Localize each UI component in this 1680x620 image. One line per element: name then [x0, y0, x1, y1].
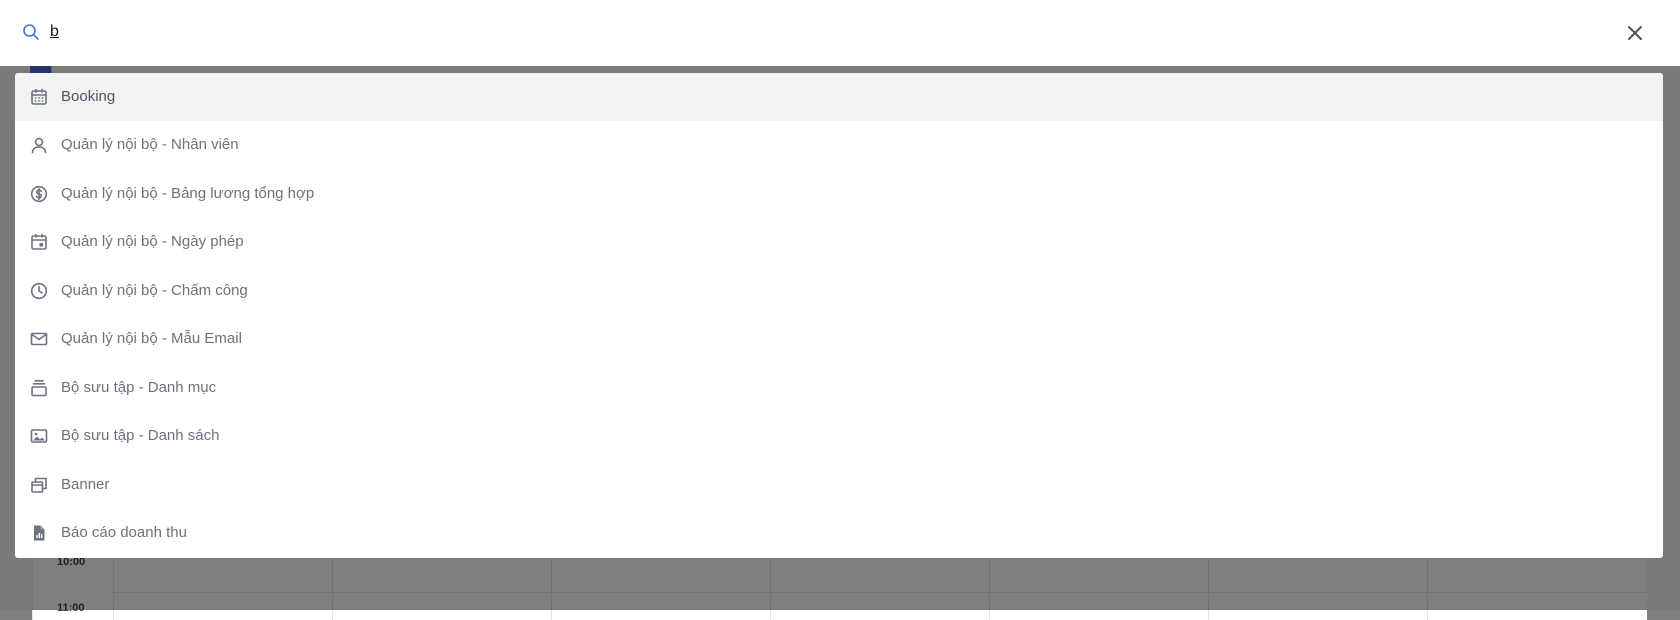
report-file-icon [30, 524, 48, 542]
result-item-cham-cong[interactable]: Quản lý nội bộ - Chấm công [15, 267, 1663, 315]
result-item-danh-muc[interactable]: Bộ sưu tập - Danh mục [15, 364, 1663, 412]
search-bar [0, 0, 1680, 66]
result-item-label: Quản lý nội bộ - Nhân viên [61, 136, 239, 153]
result-item-label: Banner [61, 476, 110, 493]
result-item-label: Booking [61, 88, 116, 105]
result-item-booking[interactable]: Booking [15, 73, 1663, 121]
result-item-nhan-vien[interactable]: Quản lý nội bộ - Nhân viên [15, 121, 1663, 169]
result-item-label: Bộ sưu tập - Danh mục [61, 379, 217, 396]
result-item-bao-cao-doanh-thu[interactable]: Báo cáo doanh thu [15, 509, 1663, 557]
result-item-banner[interactable]: Banner [15, 461, 1663, 509]
result-item-label: Quản lý nội bộ - Chấm công [61, 282, 248, 299]
result-item-label: Báo cáo doanh thu [61, 524, 187, 541]
result-item-label: Bộ sưu tập - Danh sách [61, 427, 220, 444]
result-item-mau-email[interactable]: Quản lý nội bộ - Mẫu Email [15, 315, 1663, 363]
image-icon [30, 427, 48, 445]
dollar-circle-icon [30, 185, 48, 203]
result-item-bang-luong[interactable]: Quản lý nội bộ - Bảng lương tổng hợp [15, 170, 1663, 218]
mail-icon [30, 330, 48, 348]
result-item-label: Quản lý nội bộ - Bảng lương tổng hợp [61, 185, 315, 202]
stack-icon [30, 379, 48, 397]
search-input[interactable] [50, 20, 1550, 44]
windows-icon [30, 476, 48, 494]
result-item-ngay-phep[interactable]: Quản lý nội bộ - Ngày phép [15, 218, 1663, 266]
search-icon [22, 23, 40, 41]
user-icon [30, 136, 48, 154]
result-item-danh-sach[interactable]: Bộ sưu tập - Danh sách [15, 412, 1663, 460]
result-item-label: Quản lý nội bộ - Mẫu Email [61, 330, 242, 347]
result-item-label: Quản lý nội bộ - Ngày phép [61, 233, 244, 250]
calendar-day-icon [30, 233, 48, 251]
search-results-list: Booking Quản lý nội bộ - Nhân viên Quản … [15, 73, 1663, 558]
calendar-grid-icon [30, 88, 48, 106]
clock-icon [30, 282, 48, 300]
close-icon[interactable] [1624, 22, 1646, 44]
